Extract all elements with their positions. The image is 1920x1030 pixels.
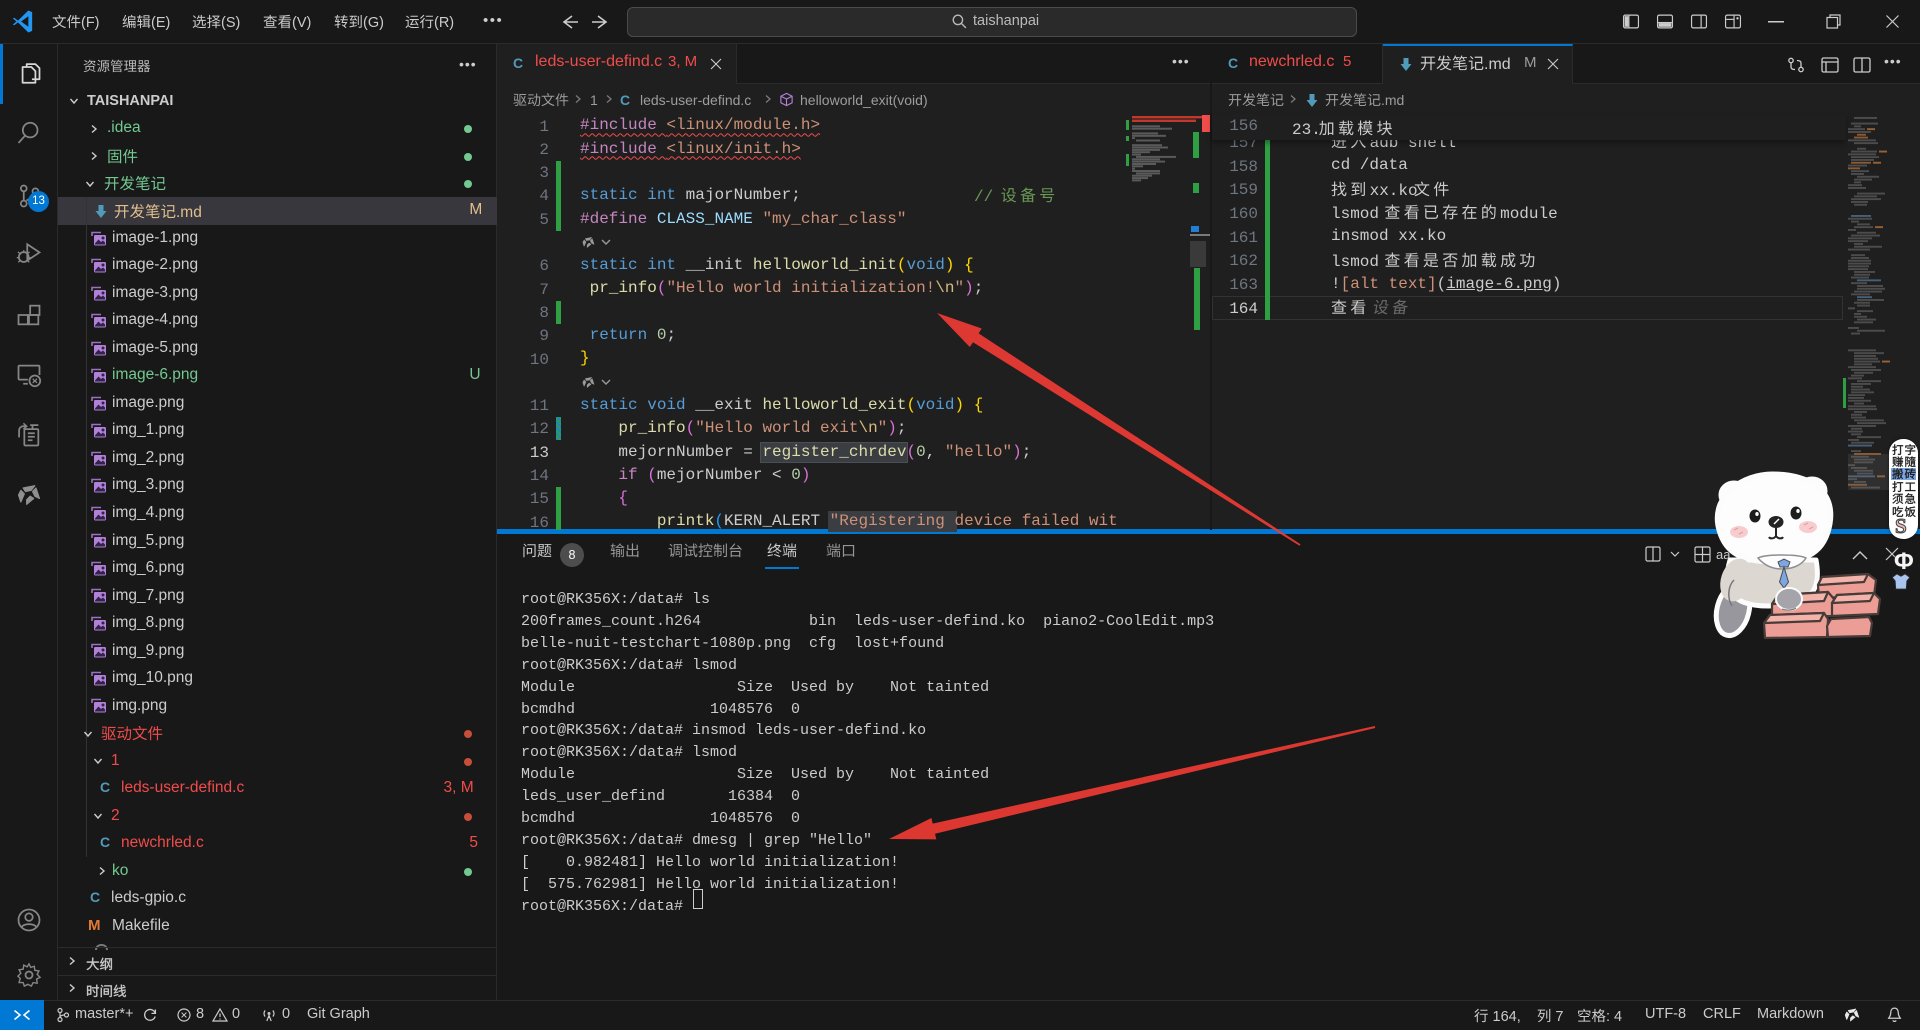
svg-text:23.: 23.	[1292, 121, 1321, 139]
svg-text://: //	[974, 188, 1003, 206]
svg-text:module: module	[1500, 205, 1558, 223]
svg-text:(G): (G)	[363, 15, 384, 31]
svg-text:(R): (R)	[434, 15, 454, 31]
svg-text:xx.ko: xx.ko	[1370, 182, 1418, 200]
svg-text:: 4: : 4	[1606, 1009, 1622, 1025]
svg-text:164,: 164,	[1489, 1009, 1525, 1025]
svg-text:lsmod: lsmod	[1331, 205, 1389, 223]
svg-text:.md: .md	[176, 204, 202, 221]
svg-text:(E): (E)	[151, 15, 170, 31]
svg-text:7: 7	[1551, 1009, 1563, 1025]
svg-text:.md: .md	[1381, 92, 1404, 108]
svg-text:(F): (F)	[81, 15, 100, 31]
svg-text:lsmod: lsmod	[1331, 253, 1389, 271]
svg-text:(S): (S)	[221, 15, 240, 31]
svg-text:(V): (V)	[292, 15, 311, 31]
svg-text:.md: .md	[1484, 56, 1511, 73]
